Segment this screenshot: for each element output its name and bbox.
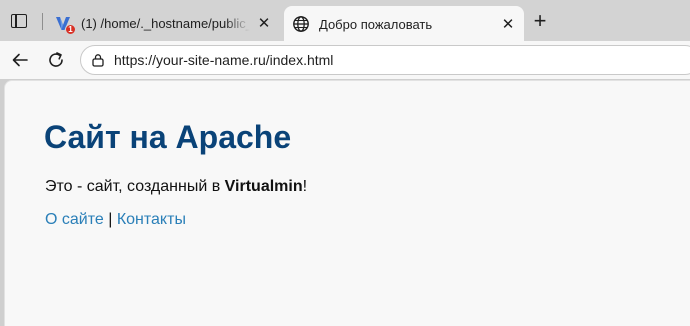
close-tab-icon[interactable]: ✕ [498,14,518,34]
reload-button[interactable] [45,49,67,71]
tab-title: Добро пожаловать [319,16,433,32]
reload-icon [49,52,63,67]
new-tab-button[interactable]: + [530,10,550,32]
contacts-link[interactable]: Контакты [117,211,186,228]
lock-icon[interactable] [91,53,105,67]
toolbar: https://your-site-name.ru/index.html [0,41,690,79]
virtualmin-icon: 1 [54,14,76,35]
tab-strip: 1 (1) /home/._hostname/public_html ✕ Доб… [0,0,690,42]
intro-suffix: ! [302,178,308,195]
tab-welcome[interactable]: Добро пожаловать ✕ [284,6,524,42]
address-bar[interactable]: https://your-site-name.ru/index.html [80,45,690,75]
about-link[interactable]: О сайте [45,211,104,228]
nav-links: О сайте | Контакты [45,211,186,229]
close-tab-icon[interactable]: ✕ [254,13,274,33]
tab-virtualmin[interactable]: 1 (1) /home/._hostname/public_html ✕ [46,6,280,40]
tab-title: (1) /home/._hostname/public_html [81,15,250,31]
back-arrow-icon [12,53,28,67]
globe-icon [292,15,310,33]
url-text[interactable]: https://your-site-name.ru/index.html [114,52,333,68]
page-viewport: Сайт на Apache Это - сайт, созданный в V… [4,80,690,326]
tab-separator [42,13,43,30]
tab-actions-button[interactable] [8,11,30,31]
intro-bold: Virtualmin [224,178,303,195]
back-button[interactable] [9,49,31,71]
tab-actions-icon [11,14,27,28]
link-separator: | [103,211,117,228]
intro-prefix: Это - сайт, созданный в [45,178,225,195]
notification-badge: 1 [65,24,76,35]
page-title: Сайт на Apache [44,119,292,155]
intro-text: Это - сайт, созданный в Virtualmin! [45,178,307,196]
